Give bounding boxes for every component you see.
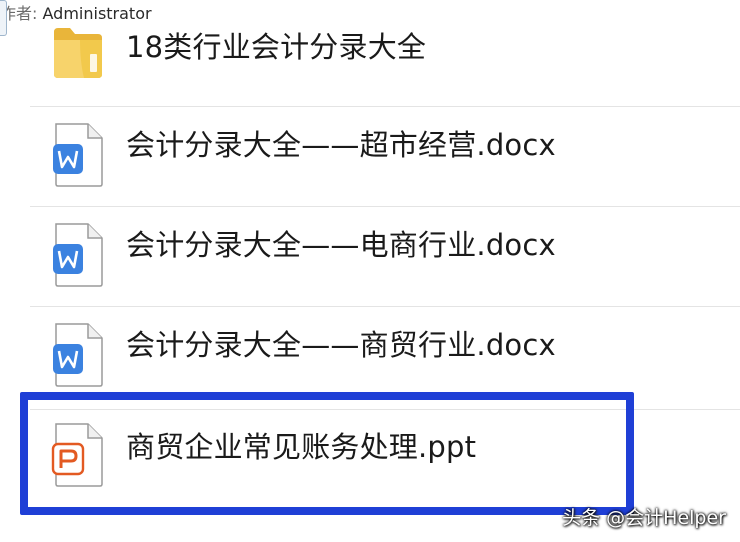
file-item-folder[interactable]: 18类行业会计分录大全 bbox=[0, 0, 740, 100]
file-item-docx[interactable]: 会计分录大全——超市经营.docx bbox=[0, 100, 740, 200]
file-name: 会计分录大全——超市经营.docx bbox=[126, 128, 556, 162]
file-name: 会计分录大全——电商行业.docx bbox=[126, 228, 556, 262]
file-item-docx[interactable]: 会计分录大全——电商行业.docx bbox=[0, 200, 740, 300]
selection-highlight-box bbox=[20, 392, 634, 515]
file-item-docx[interactable]: 会计分录大全——商贸行业.docx bbox=[0, 300, 740, 400]
folder-icon bbox=[50, 18, 106, 84]
file-name: 会计分录大全——商贸行业.docx bbox=[126, 328, 556, 362]
file-explorer-view: 18类行业会计分录大全 会计分录大全——超市经营.docx 会计分录大全——电商… bbox=[0, 0, 740, 542]
file-name: 18类行业会计分录大全 bbox=[126, 30, 427, 64]
wps-writer-icon bbox=[50, 122, 106, 188]
watermark-text: 头条 @会计Helper bbox=[562, 507, 726, 529]
wps-writer-icon bbox=[50, 322, 106, 388]
wps-writer-icon bbox=[50, 222, 106, 288]
